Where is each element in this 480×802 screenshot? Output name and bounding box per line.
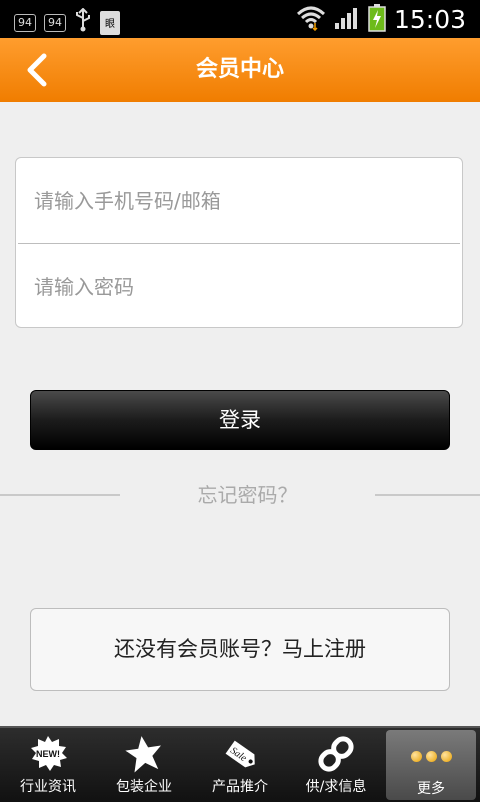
clock: 15:03 [393,5,466,34]
signal-icon [334,6,360,34]
more-dots-icon [386,736,476,776]
notification-badge-2: 94 [44,13,66,32]
status-left: 94 94 眼 [14,7,120,37]
phone-email-input[interactable] [16,158,462,243]
password-input[interactable] [16,244,462,329]
register-button[interactable]: 还没有会员账号？马上注册 [30,608,450,691]
tab-supply-demand[interactable]: 供/求信息 [288,728,384,802]
status-right: 15:03 [296,4,466,36]
divider-right [375,494,480,496]
notification-badge-1: 94 [14,13,36,32]
tab-label: 供/求信息 [305,779,367,795]
tab-label: 产品推介 [212,779,268,795]
tab-industry-news[interactable]: NEW! 行业资讯 [0,728,96,802]
star-icon [96,734,192,774]
forgot-password-row: 忘记密码？ [0,480,480,510]
link-icon [288,734,384,774]
battery-icon [368,4,386,36]
login-button[interactable]: 登录 [30,390,450,450]
login-form [15,157,463,329]
bottom-nav: NEW! 行业资讯 包装企业 Sale 产品推介 供/求信息 更多 [0,726,480,802]
divider-left [0,494,120,496]
wifi-icon [296,5,326,35]
document-icon: 眼 [100,10,120,35]
tab-product-recommendation[interactable]: Sale 产品推介 [192,728,288,802]
tab-label: 包装企业 [116,779,172,795]
page-title: 会员中心 [195,57,284,82]
new-badge-icon: NEW! [0,734,96,774]
status-bar: 94 94 眼 15:03 [0,0,480,38]
sale-tag-icon: Sale [192,734,288,774]
tab-packaging-companies[interactable]: 包装企业 [96,728,192,802]
tab-more[interactable]: 更多 [386,730,476,800]
title-bar: 会员中心 [0,38,480,102]
tab-label: 更多 [417,781,445,797]
svg-text:NEW!: NEW! [36,749,60,759]
tab-label: 行业资讯 [20,779,76,795]
usb-icon [74,7,92,37]
forgot-password-link[interactable]: 忘记密码？ [120,480,375,510]
